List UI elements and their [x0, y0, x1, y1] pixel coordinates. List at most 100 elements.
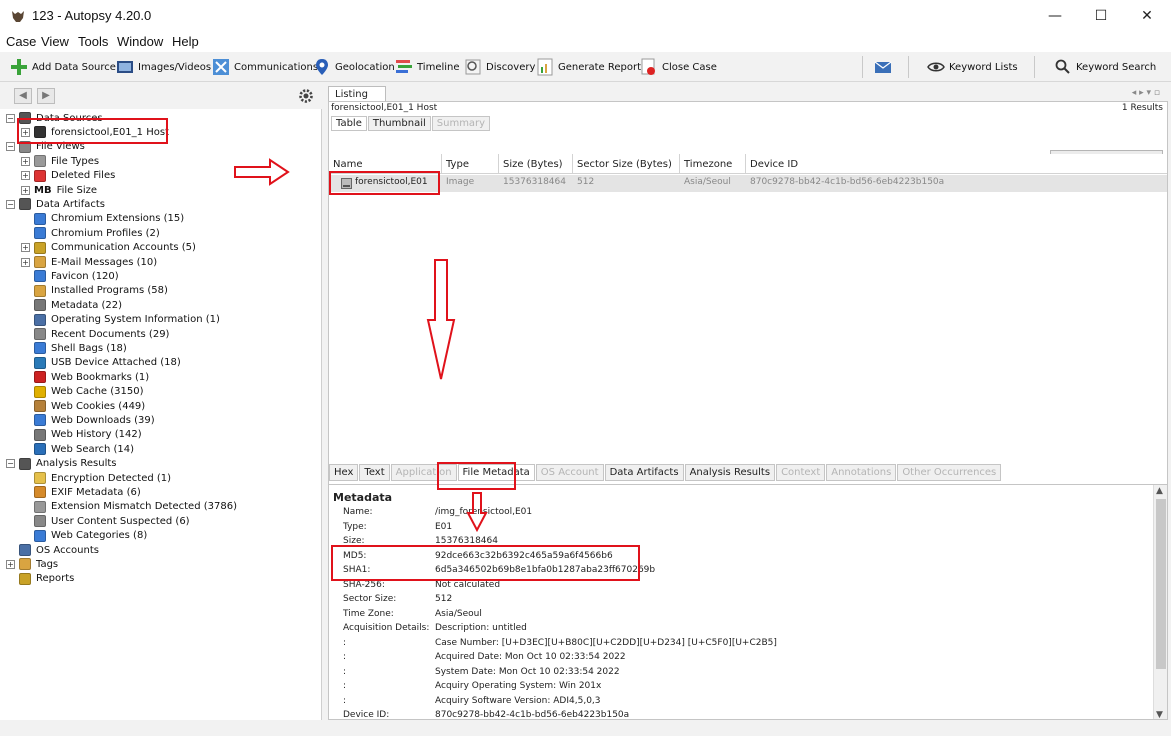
expand-toggle-icon[interactable]: +: [21, 257, 30, 267]
tree-item[interactable]: Web Downloads (39): [21, 413, 155, 427]
viewer-window-controls-icon[interactable]: ◂ ▸ ▾ ▫: [1132, 88, 1160, 98]
tree-item[interactable]: Web Search (14): [21, 442, 134, 456]
search-icon: [1055, 59, 1070, 74]
menu-help[interactable]: Help: [172, 34, 199, 49]
column-header-sector-size[interactable]: Sector Size (Bytes): [573, 154, 680, 174]
keyword-search-button[interactable]: Keyword Search: [1054, 56, 1156, 78]
tree-item-label: Metadata (22): [51, 299, 123, 311]
tree-item[interactable]: User Content Suspected (6): [21, 514, 190, 528]
tree-item[interactable]: Chromium Extensions (15): [21, 212, 184, 226]
tree-item[interactable]: + Tags: [6, 557, 58, 571]
expand-toggle-icon[interactable]: +: [21, 156, 30, 166]
tree-item[interactable]: Encryption Detected (1): [21, 471, 171, 485]
metadata-scrollbar[interactable]: ▲ ▼: [1153, 485, 1167, 719]
expand-toggle-icon[interactable]: −: [6, 113, 15, 123]
tree-item[interactable]: + File Types: [21, 154, 99, 168]
autopsy-window: 123 - Autopsy 4.20.0 — ☐ ✕ Case View Too…: [0, 0, 1171, 736]
tab-analysis-results[interactable]: Analysis Results: [684, 464, 776, 481]
tree-item[interactable]: EXIF Metadata (6): [21, 485, 141, 499]
tree-item[interactable]: Operating System Information (1): [21, 313, 220, 327]
column-header-timezone[interactable]: Timezone: [680, 154, 746, 174]
close-window-button[interactable]: ✕: [1124, 4, 1170, 28]
tab-data-artifacts[interactable]: Data Artifacts: [604, 464, 684, 481]
tab-thumbnail[interactable]: Thumbnail: [367, 116, 431, 131]
tree-node-icon: [34, 155, 46, 168]
images-videos-button[interactable]: Images/Videos: [116, 56, 211, 78]
tree-item[interactable]: Web Categories (8): [21, 529, 147, 543]
tree-item[interactable]: Installed Programs (58): [21, 284, 168, 298]
tree-item[interactable]: Favicon (120): [21, 269, 119, 283]
tree-item[interactable]: Web History (142): [21, 428, 142, 442]
forward-arrow-icon[interactable]: ▶: [37, 88, 55, 104]
tree-item[interactable]: Shell Bags (18): [21, 341, 127, 355]
back-arrow-icon[interactable]: ◀: [14, 88, 32, 104]
cell-device-id: 870c9278-bb42-4c1b-bd56-6eb4223b150a: [750, 177, 945, 187]
menu-tools[interactable]: Tools: [78, 34, 108, 49]
expand-toggle-icon[interactable]: +: [21, 171, 30, 181]
column-header-type[interactable]: Type: [442, 154, 499, 174]
tree-node-icon: [34, 443, 46, 456]
tree-item[interactable]: − Analysis Results: [6, 457, 117, 471]
tree-item-label: E-Mail Messages (10): [51, 256, 158, 268]
expand-toggle-icon[interactable]: −: [6, 459, 15, 469]
tree-item-label: Encryption Detected (1): [51, 472, 172, 484]
tree-item[interactable]: Recent Documents (29): [21, 327, 169, 341]
tree-item[interactable]: Web Cookies (449): [21, 399, 145, 413]
discovery-button[interactable]: Discovery: [464, 56, 535, 78]
tree-item-label: Web Search (14): [51, 443, 135, 455]
tree-nav-bar: ◀ ▶: [0, 83, 322, 109]
cell-sector-size: 512: [577, 177, 595, 187]
tab-other-occurrences: Other Occurrences: [897, 464, 1002, 481]
menu-view[interactable]: View: [41, 34, 69, 49]
tree-item[interactable]: Web Cache (3150): [21, 385, 144, 399]
tree-item[interactable]: Reports: [6, 572, 74, 586]
gear-icon[interactable]: [298, 88, 314, 104]
timeline-button[interactable]: Timeline: [395, 56, 460, 78]
tree-node-icon: [34, 284, 46, 297]
tree-item[interactable]: Extension Mismatch Detected (3786): [21, 500, 237, 514]
keyword-lists-button[interactable]: Keyword Lists: [927, 56, 1018, 78]
tab-table[interactable]: Table: [331, 116, 367, 131]
tree-item[interactable]: USB Device Attached (18): [21, 356, 181, 370]
tree-item[interactable]: Chromium Profiles (2): [21, 226, 160, 240]
tree-item[interactable]: OS Accounts: [6, 543, 99, 557]
tree-item-label: OS Accounts: [36, 544, 99, 556]
listing-tab[interactable]: Listing: [328, 86, 386, 102]
scrollbar-thumb[interactable]: [1156, 499, 1166, 669]
menu-case[interactable]: Case: [6, 34, 36, 49]
generate-report-button[interactable]: Generate Report: [536, 56, 641, 78]
scroll-up-icon[interactable]: ▲: [1156, 486, 1163, 496]
tree-item[interactable]: Web Bookmarks (1): [21, 370, 149, 384]
expand-toggle-icon[interactable]: +: [6, 559, 15, 569]
tree-item[interactable]: + Communication Accounts (5): [21, 241, 196, 255]
tree-item[interactable]: Metadata (22): [21, 298, 122, 312]
close-case-button[interactable]: Close Case: [640, 56, 717, 78]
tree-item-label: Web Cookies (449): [51, 400, 146, 412]
geolocation-button[interactable]: Geolocation: [313, 56, 395, 78]
metadata-key: Name:: [343, 507, 373, 517]
scroll-down-icon[interactable]: ▼: [1156, 710, 1163, 719]
tab-text[interactable]: Text: [359, 464, 390, 481]
tree-item[interactable]: − Data Artifacts: [6, 197, 105, 211]
tab-hex[interactable]: Hex: [329, 464, 359, 481]
maximize-button[interactable]: ☐: [1078, 4, 1124, 28]
expand-toggle-icon[interactable]: +: [21, 185, 30, 195]
timeline-icon: [396, 60, 412, 73]
metadata-value: Case Number: [U+D3EC][U+B80C][U+C2DD][U+…: [435, 637, 777, 648]
expand-toggle-icon[interactable]: −: [6, 142, 15, 152]
minimize-button[interactable]: —: [1032, 4, 1078, 28]
mail-button[interactable]: [874, 56, 892, 78]
add-data-source-button[interactable]: Add Data Source: [10, 56, 116, 78]
expand-toggle-icon[interactable]: +: [21, 243, 30, 253]
tree-item[interactable]: + MB File Size: [21, 183, 97, 197]
column-header-device-id[interactable]: Device ID: [746, 154, 1167, 174]
tree-item-label: File Size: [56, 184, 98, 196]
expand-toggle-icon[interactable]: −: [6, 199, 15, 209]
tree-item[interactable]: + E-Mail Messages (10): [21, 255, 157, 269]
tree-item[interactable]: + Deleted Files: [21, 169, 115, 183]
menu-window[interactable]: Window: [117, 34, 163, 49]
communications-button[interactable]: Communications: [212, 56, 318, 78]
column-header-size[interactable]: Size (Bytes): [499, 154, 573, 174]
